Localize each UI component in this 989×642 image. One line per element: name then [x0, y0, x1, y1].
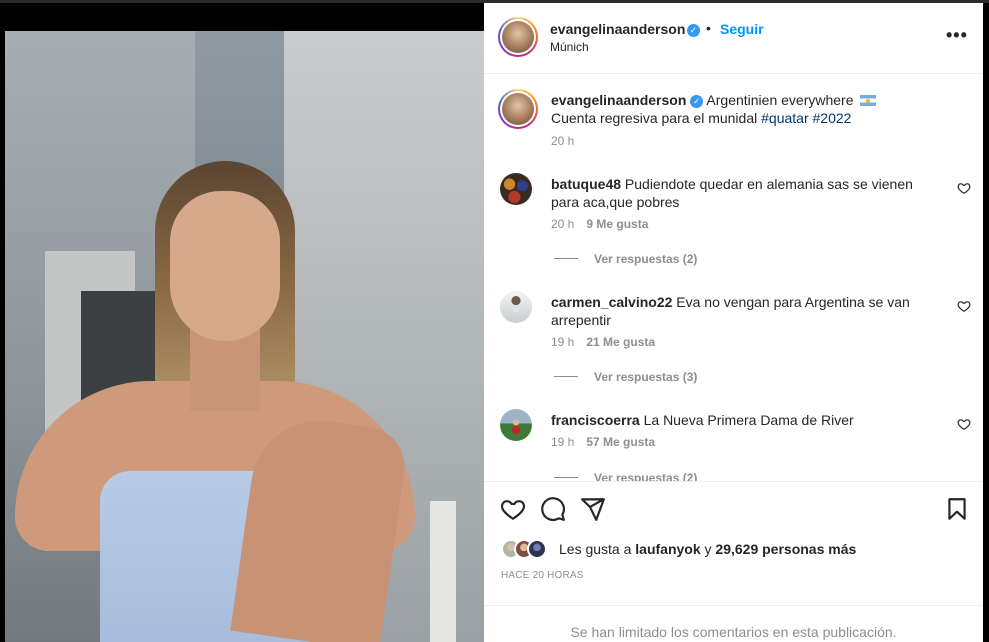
likes-summary: Les gusta a laufanyok y 29,629 personas … — [559, 541, 856, 557]
view-replies-label: Ver respuestas (2) — [594, 252, 698, 266]
replies-dash — [554, 477, 578, 478]
like-comment-heart-icon[interactable] — [957, 417, 971, 431]
post-side-panel: evangelinaanderson ✓ • Seguir Múnich •••… — [484, 3, 983, 642]
comment-body: La Nueva Primera Dama de River — [643, 412, 854, 428]
verified-icon: ✓ — [690, 95, 704, 108]
comment-meta: 20 h 9 Me gusta — [551, 217, 648, 231]
comment-meta: 19 h 21 Me gusta — [551, 335, 655, 349]
caption-username[interactable]: evangelinaanderson — [551, 92, 686, 108]
separator-dot: • — [706, 20, 711, 36]
comment-text: carmen_calvino22 Eva no vengan para Arge… — [551, 293, 941, 329]
comments-limited-notice: Se han limitado los comentarios en esta … — [484, 605, 983, 640]
likers-avatars[interactable] — [501, 539, 561, 559]
commenter-username[interactable]: batuque48 — [551, 176, 621, 192]
view-replies-button[interactable]: Ver respuestas (2) — [554, 471, 697, 481]
like-comment-heart-icon[interactable] — [957, 299, 971, 313]
hashtag-link[interactable]: #2022 — [813, 110, 852, 126]
comment-time: 20 h — [551, 217, 575, 231]
caption-line1: evangelinaanderson ✓ Argentinien everywh… — [551, 92, 877, 108]
comment-text: franciscoerra La Nueva Primera Dama de R… — [551, 411, 941, 429]
view-replies-button[interactable]: Ver respuestas (3) — [554, 370, 697, 384]
commenter-avatar[interactable] — [500, 173, 532, 205]
commenter-username[interactable]: carmen_calvino22 — [551, 294, 672, 310]
caption-text-2: Cuenta regresiva para el munidal — [551, 110, 762, 126]
comment-time: 19 h — [551, 335, 575, 349]
comment-likes[interactable]: 21 Me gusta — [586, 335, 655, 349]
comment-likes[interactable]: 57 Me gusta — [586, 435, 655, 449]
comment-likes[interactable]: 9 Me gusta — [586, 217, 648, 231]
caption-time: 20 h — [551, 134, 575, 148]
likes-count[interactable]: 29,629 personas más — [715, 541, 856, 557]
author-username[interactable]: evangelinaanderson — [550, 21, 685, 37]
comment-meta: 19 h 57 Me gusta — [551, 435, 655, 449]
commenter-username[interactable]: franciscoerra — [551, 412, 640, 428]
comment-time: 19 h — [551, 435, 575, 449]
likes-prefix: Les gusta a — [559, 541, 636, 557]
location-link[interactable]: Múnich — [550, 40, 589, 54]
photo-face — [170, 191, 280, 341]
post-timestamp[interactable]: HACE 20 HORAS — [501, 570, 584, 581]
verified-icon: ✓ — [687, 24, 700, 37]
likes-middle: y — [700, 541, 716, 557]
heart-icon[interactable] — [500, 496, 526, 522]
hashtag-link[interactable]: #quatar — [761, 110, 808, 126]
bookmark-icon[interactable] — [944, 496, 970, 522]
post-actions: Les gusta a laufanyok y 29,629 personas … — [484, 481, 983, 640]
view-replies-label: Ver respuestas (3) — [594, 370, 698, 384]
post-modal: evangelinaanderson ✓ • Seguir Múnich •••… — [0, 0, 989, 642]
comments-list[interactable]: evangelinaanderson ✓ Argentinien everywh… — [484, 75, 983, 481]
caption-text: Argentinien everywhere — [706, 92, 854, 108]
view-replies-button[interactable]: Ver respuestas (2) — [554, 252, 697, 266]
post-header: evangelinaanderson ✓ • Seguir Múnich ••• — [484, 3, 983, 74]
caption-line2: Cuenta regresiva para el munidal #quatar… — [551, 110, 851, 126]
follow-button[interactable]: Seguir — [720, 21, 764, 37]
like-comment-heart-icon[interactable] — [957, 181, 971, 195]
argentina-flag-icon — [860, 95, 877, 106]
commenter-avatar[interactable] — [500, 409, 532, 441]
comment-text: batuque48 Pudiendote quedar en alemania … — [551, 175, 941, 211]
author-avatar[interactable] — [498, 17, 538, 57]
share-icon[interactable] — [580, 496, 606, 522]
view-replies-label: Ver respuestas (2) — [594, 471, 698, 481]
photo-panel — [430, 501, 456, 642]
commenter-avatar[interactable] — [500, 291, 532, 323]
caption-avatar[interactable] — [498, 89, 538, 129]
liker-username[interactable]: laufanyok — [635, 541, 700, 557]
post-photo[interactable] — [5, 31, 484, 642]
replies-dash — [554, 258, 578, 259]
liker-avatar — [527, 539, 547, 559]
more-options-icon[interactable]: ••• — [946, 25, 968, 46]
replies-dash — [554, 376, 578, 377]
comment-icon[interactable] — [540, 496, 566, 522]
